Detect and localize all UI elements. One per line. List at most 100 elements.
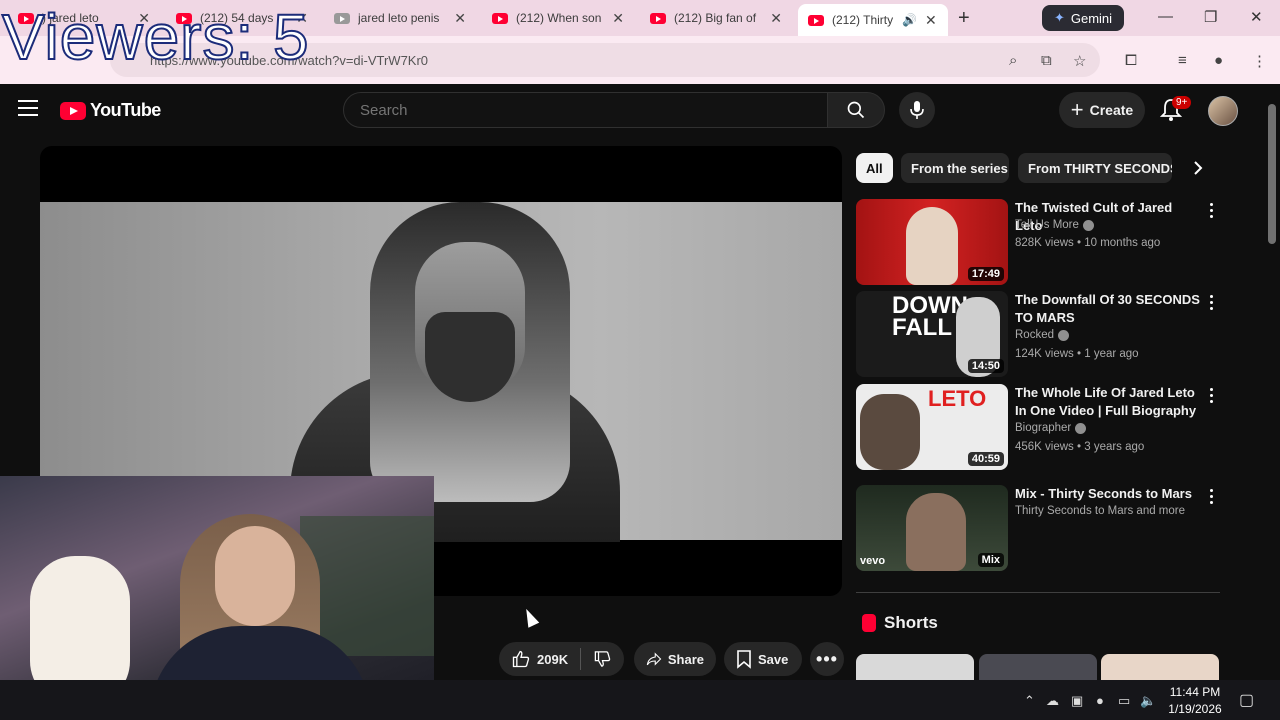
close-tab-icon[interactable]: ✕: [770, 10, 782, 27]
recommendation-item[interactable]: DOWN FALL 14:50 The Downfall Of 30 SECOND…: [856, 291, 1226, 379]
youtube-logo[interactable]: YouTube: [60, 100, 161, 121]
profile-icon[interactable]: ●: [1214, 52, 1223, 69]
share-label: Share: [667, 651, 704, 667]
browser-tab[interactable]: (212) When son ✕: [482, 4, 634, 32]
channel-name[interactable]: Thirty Seconds to Mars and more: [1015, 505, 1185, 517]
short-thumbnail[interactable]: [1101, 654, 1219, 680]
thumbs-down-icon[interactable]: [593, 649, 612, 669]
install-app-icon[interactable]: ⧉: [1041, 52, 1052, 69]
new-tab-button[interactable]: +: [958, 8, 970, 28]
save-label: Save: [758, 651, 789, 667]
more-vertical-icon[interactable]: [1206, 487, 1217, 506]
channel-name[interactable]: Tell Us More: [1015, 219, 1094, 231]
video-thumbnail[interactable]: 17:49: [856, 199, 1008, 285]
sparkle-icon: ✦: [1053, 10, 1065, 25]
like-dislike-group: 209K: [499, 642, 624, 676]
page-scrollbar[interactable]: [1264, 84, 1280, 680]
video-thumbnail[interactable]: DOWN FALL 14:50: [856, 291, 1008, 377]
channel-name[interactable]: Biographer: [1015, 422, 1087, 434]
shorts-header: Shorts: [862, 613, 938, 633]
chevron-up-icon[interactable]: ⌃: [1024, 693, 1035, 709]
media-control-icon[interactable]: ≡: [1178, 52, 1187, 69]
channel-label: Thirty Seconds to Mars and more: [1015, 505, 1186, 517]
search-icon: [847, 101, 865, 119]
video-thumbnail[interactable]: vevo Mix: [856, 485, 1008, 571]
close-tab-icon[interactable]: ✕: [454, 10, 466, 27]
restore-button[interactable]: ❐: [1204, 8, 1217, 26]
voice-search-button[interactable]: [899, 92, 935, 128]
chip-all[interactable]: All: [856, 153, 893, 183]
browser-menu-icon[interactable]: ⋮: [1252, 52, 1267, 70]
more-horizontal-icon: •••: [816, 648, 838, 669]
like-button[interactable]: 209K: [511, 649, 568, 669]
microphone-tray-icon[interactable]: ●: [1096, 693, 1104, 708]
vevo-logo: vevo: [860, 555, 886, 567]
more-vertical-icon[interactable]: [1206, 201, 1217, 220]
youtube-play-icon: [60, 101, 86, 120]
chip-from-the-series[interactable]: From the series: [901, 153, 1009, 183]
short-thumbnail[interactable]: [979, 654, 1097, 680]
close-tab-icon[interactable]: ✕: [612, 10, 624, 27]
recommendation-item[interactable]: LETO 40:59 The Whole Life Of Jared Leto …: [856, 384, 1226, 472]
share-icon: [646, 652, 662, 666]
search-input[interactable]: [344, 93, 827, 127]
video-thumbnail[interactable]: LETO 40:59: [856, 384, 1008, 470]
zoom-icon[interactable]: ⌕: [1009, 52, 1017, 69]
account-avatar[interactable]: [1208, 96, 1238, 126]
tab-favicon-icon: [334, 12, 350, 24]
verified-check-icon: [1058, 329, 1069, 341]
gemini-label: Gemini: [1070, 10, 1113, 26]
mouse-cursor-icon: [520, 606, 540, 628]
microphone-icon: [910, 101, 924, 119]
browser-tab-active[interactable]: (212) Thirty 🔊 ✕: [798, 4, 948, 36]
system-clock[interactable]: 11:44 PM 1/19/2026: [1160, 684, 1230, 718]
gemini-button[interactable]: ✦ Gemini: [1042, 5, 1124, 31]
tab-title: (212) Thirty: [832, 13, 894, 27]
browser-tab[interactable]: jared leto penis ✕: [324, 4, 476, 32]
bookmark-star-icon[interactable]: ☆: [1073, 52, 1086, 70]
search-button[interactable]: [827, 92, 885, 128]
os-taskbar: [0, 680, 1280, 720]
app-tray-icon[interactable]: ▣: [1071, 693, 1083, 709]
search-box: [343, 92, 828, 128]
close-window-button[interactable]: ✕: [1250, 8, 1263, 26]
thumbnail-figure: [860, 394, 920, 470]
recommendation-item[interactable]: vevo Mix Mix - Thirty Seconds to Mars Th…: [856, 485, 1226, 573]
verified-check-icon: [1075, 422, 1087, 434]
tab-title: (212) When son: [516, 11, 602, 25]
channel-name[interactable]: Rocked: [1015, 329, 1069, 341]
video-meta: 456K views • 3 years ago: [1015, 441, 1145, 453]
more-vertical-icon[interactable]: [1206, 386, 1217, 405]
browser-tab[interactable]: (212) Big fan of ✕: [640, 4, 792, 32]
like-divider: [580, 648, 582, 670]
clock-date: 1/19/2026: [1168, 702, 1222, 716]
video-title[interactable]: Mix - Thirty Seconds to Mars: [1015, 485, 1200, 503]
share-button[interactable]: Share: [634, 642, 716, 676]
cloud-icon[interactable]: ☁: [1046, 693, 1059, 709]
youtube-header: YouTube + Create 9+: [0, 84, 1264, 136]
scrollbar-thumb[interactable]: [1268, 104, 1276, 244]
notification-center-icon[interactable]: ▢: [1239, 690, 1254, 710]
chevron-right-icon[interactable]: [1190, 160, 1206, 176]
speaker-icon[interactable]: 🔊: [902, 13, 917, 27]
notification-badge: 9+: [1172, 96, 1192, 109]
more-actions-button[interactable]: •••: [810, 642, 844, 676]
minimize-button[interactable]: —: [1158, 8, 1173, 25]
tab-title: (212) Big fan of: [674, 11, 757, 25]
more-vertical-icon[interactable]: [1206, 293, 1217, 312]
recommendation-item[interactable]: 17:49 The Twisted Cult of Jared Leto Tel…: [856, 199, 1226, 287]
short-thumbnail[interactable]: [856, 654, 974, 680]
extensions-icon[interactable]: ⧠: [1125, 52, 1137, 69]
webcam-person-face: [215, 526, 295, 626]
menu-icon[interactable]: [18, 100, 38, 116]
network-icon[interactable]: ▭: [1118, 693, 1130, 709]
volume-icon[interactable]: 🔈: [1140, 693, 1156, 709]
close-tab-icon[interactable]: ✕: [925, 12, 937, 29]
save-button[interactable]: Save: [724, 642, 802, 676]
video-title[interactable]: The Whole Life Of Jared Leto In One Vide…: [1015, 384, 1200, 420]
bookmark-icon: [737, 650, 751, 669]
chip-from-thirty-seconds[interactable]: From THIRTY SECONDS T: [1018, 153, 1172, 183]
create-button[interactable]: + Create: [1059, 92, 1145, 128]
channel-label: Rocked: [1015, 329, 1054, 341]
video-title[interactable]: The Downfall Of 30 SECONDS TO MARS: [1015, 291, 1200, 327]
